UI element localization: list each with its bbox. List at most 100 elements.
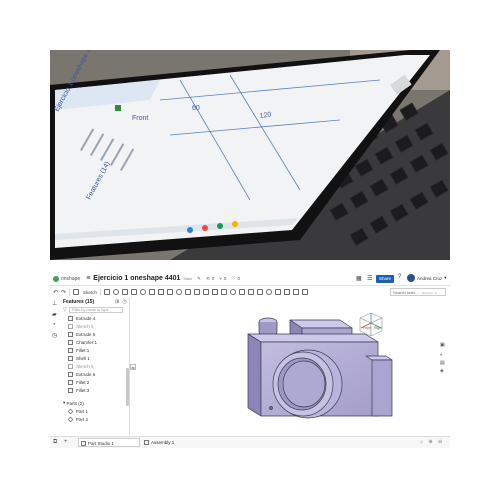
feature-item[interactable]: Fillet 2 bbox=[60, 378, 129, 386]
tab-part-studio[interactable]: Part Studio 1 bbox=[78, 438, 140, 447]
revolve-icon[interactable] bbox=[112, 289, 119, 295]
sweep-icon[interactable] bbox=[121, 289, 128, 295]
parts-header[interactable]: ▾ Parts (2) bbox=[60, 399, 129, 407]
feature-label: Fillet 3 bbox=[76, 387, 90, 393]
part-item[interactable]: Part 1 bbox=[60, 407, 129, 415]
feature-item[interactable]: Extrude 6 bbox=[60, 370, 129, 378]
filter-placeholder: Filter by name or type bbox=[71, 308, 109, 312]
feature-item[interactable]: Fillet 1 bbox=[60, 346, 129, 354]
collapse-panel-button[interactable]: ⇆ bbox=[130, 364, 136, 370]
camera-grip[interactable] bbox=[371, 359, 393, 417]
top-bar: onshape ≡ Ejercicio 1 oneshape 4401 Main… bbox=[50, 272, 450, 286]
sketch-tool-label[interactable]: Sketch bbox=[83, 290, 97, 295]
logo-text: onshape bbox=[61, 275, 81, 282]
chamfer-icon[interactable] bbox=[148, 289, 155, 295]
onshape-logo-icon bbox=[53, 275, 59, 282]
search-tools-input[interactable]: Search tools... alt/option C bbox=[390, 288, 446, 296]
features-title: Features (15) bbox=[63, 299, 95, 305]
filter-icon: ▽ bbox=[63, 307, 67, 313]
display-mode-icon[interactable]: ◐ bbox=[440, 352, 443, 358]
fillet-icon[interactable] bbox=[139, 289, 146, 295]
frame-icon[interactable] bbox=[292, 289, 299, 295]
plane-icon[interactable] bbox=[229, 289, 236, 295]
boolean-icon[interactable] bbox=[202, 289, 209, 295]
comments-icon[interactable]: ▰ bbox=[52, 311, 60, 318]
feature-item[interactable]: Extrude 5 bbox=[60, 330, 129, 338]
sketch-feature-icon bbox=[68, 363, 73, 369]
tab-assembly[interactable]: Assembly 1 bbox=[142, 438, 202, 447]
hole-icon[interactable] bbox=[175, 289, 182, 295]
user-menu[interactable]: Andrea Cruz ▾ bbox=[407, 274, 447, 282]
graphics-viewport[interactable] bbox=[140, 298, 450, 435]
shell-icon[interactable] bbox=[166, 289, 173, 295]
branches-indicator[interactable]: ⑂ 0 bbox=[219, 276, 226, 281]
camera-lens-inner[interactable] bbox=[282, 360, 326, 408]
view-cube[interactable]: Front Right bbox=[356, 310, 386, 340]
feature-items: Extrude 4 Sketch 5 Extrude 5 Chamfer 1 Fille… bbox=[60, 314, 129, 394]
view-options-icon[interactable]: ▣ bbox=[440, 342, 445, 348]
feature-item[interactable]: Sketch 5 bbox=[60, 322, 129, 330]
likes-indicator[interactable]: ♡ 0 bbox=[231, 276, 240, 282]
mirror-icon[interactable] bbox=[193, 289, 200, 295]
feature-item[interactable]: Shell 1 bbox=[60, 354, 129, 362]
photo-dim-side: 60 bbox=[192, 105, 200, 112]
draft-icon[interactable] bbox=[157, 289, 164, 295]
toolbar-divider bbox=[99, 288, 101, 296]
mate-connector-icon[interactable] bbox=[238, 289, 245, 295]
feature-label: Sketch 5 bbox=[76, 323, 94, 329]
search-tools-placeholder: Search tools... bbox=[393, 290, 419, 295]
loft-icon[interactable] bbox=[130, 289, 137, 295]
more-tools-icon[interactable] bbox=[301, 289, 308, 295]
feature-item[interactable]: Chamfer 1 bbox=[60, 338, 129, 346]
graduation-cap-icon[interactable]: ▦ bbox=[356, 275, 362, 282]
versions-count: 0 bbox=[211, 276, 215, 281]
feature-list-scrollbar[interactable] bbox=[126, 368, 129, 406]
assembly-icon bbox=[144, 440, 149, 445]
split-icon[interactable] bbox=[211, 289, 218, 295]
help-icon[interactable]: ? bbox=[398, 274, 401, 280]
render-icon[interactable]: ◈ bbox=[440, 368, 444, 374]
section-view-icon[interactable]: ▤ bbox=[440, 360, 445, 366]
rollback-icon[interactable]: ◷ bbox=[122, 299, 126, 305]
add-tab-icon[interactable]: + bbox=[64, 439, 68, 445]
transform-icon[interactable] bbox=[220, 289, 227, 295]
sheet-metal-icon[interactable] bbox=[283, 289, 290, 295]
feature-item[interactable]: Fillet 3 bbox=[60, 386, 129, 394]
edit-title-icon[interactable]: ✎ bbox=[197, 276, 201, 282]
share-button[interactable]: Share bbox=[376, 275, 394, 283]
feature-label: Fillet 2 bbox=[76, 379, 90, 385]
pattern-icon[interactable] bbox=[184, 289, 191, 295]
curve-icon[interactable] bbox=[256, 289, 263, 295]
onshape-window: onshape ≡ Ejercicio 1 oneshape 4401 Main… bbox=[50, 272, 450, 448]
feature-label: Extrude 4 bbox=[76, 315, 96, 321]
camera-model[interactable] bbox=[140, 298, 450, 435]
onshape-logo[interactable]: onshape bbox=[53, 275, 81, 282]
undo-icon[interactable]: ↶ bbox=[53, 289, 58, 296]
feature-icon bbox=[68, 379, 73, 385]
extrude-icon[interactable] bbox=[103, 289, 110, 295]
measure-icon[interactable] bbox=[265, 289, 272, 295]
part-item[interactable]: Part 2 bbox=[60, 415, 129, 423]
branches-count: 0 bbox=[223, 276, 227, 281]
bottom-right-controls[interactable]: ⌂ ⊕ ⊖ bbox=[420, 439, 444, 445]
hamburger-menu-icon[interactable]: ≡ bbox=[86, 275, 90, 282]
feature-item[interactable]: Sketch 6 bbox=[60, 362, 129, 370]
feature-filter-input[interactable]: Filter by name or type bbox=[68, 307, 123, 313]
bottom-tab-bar: ⧉ + Part Studio 1 Assembly 1 ⌂ ⊕ ⊖ bbox=[50, 436, 450, 448]
filter-row: ▽ Filter by name or type bbox=[60, 306, 129, 314]
variable-icon[interactable] bbox=[274, 289, 281, 295]
feature-list-settings-icon[interactable]: ⊞ bbox=[115, 299, 119, 305]
versions-indicator[interactable]: ⟲ 0 bbox=[206, 276, 214, 282]
workspace-label[interactable]: Main bbox=[183, 276, 192, 281]
document-title[interactable]: Ejercicio 1 oneshape 4401 bbox=[93, 275, 180, 282]
helix-icon[interactable] bbox=[247, 289, 254, 295]
feature-label: Extrude 6 bbox=[76, 371, 96, 377]
notifications-icon[interactable]: ☰ bbox=[367, 275, 372, 282]
tab-manager-icon[interactable]: ⧉ bbox=[53, 439, 57, 446]
feature-item[interactable]: Extrude 4 bbox=[60, 314, 129, 322]
history-panel-icon[interactable]: ◷ bbox=[52, 332, 60, 339]
redo-icon[interactable]: ↷ bbox=[61, 289, 66, 296]
features-panel-icon[interactable]: ⊥ bbox=[52, 300, 60, 307]
sketch-icon[interactable] bbox=[73, 289, 80, 295]
appearance-icon[interactable]: ◔ bbox=[52, 322, 60, 328]
